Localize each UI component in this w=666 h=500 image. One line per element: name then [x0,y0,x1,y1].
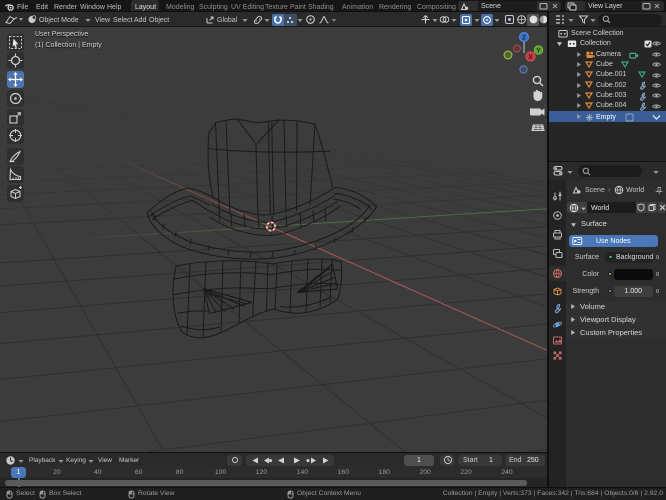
svg-text:X: X [528,54,533,61]
svg-text:Z: Z [522,35,526,42]
